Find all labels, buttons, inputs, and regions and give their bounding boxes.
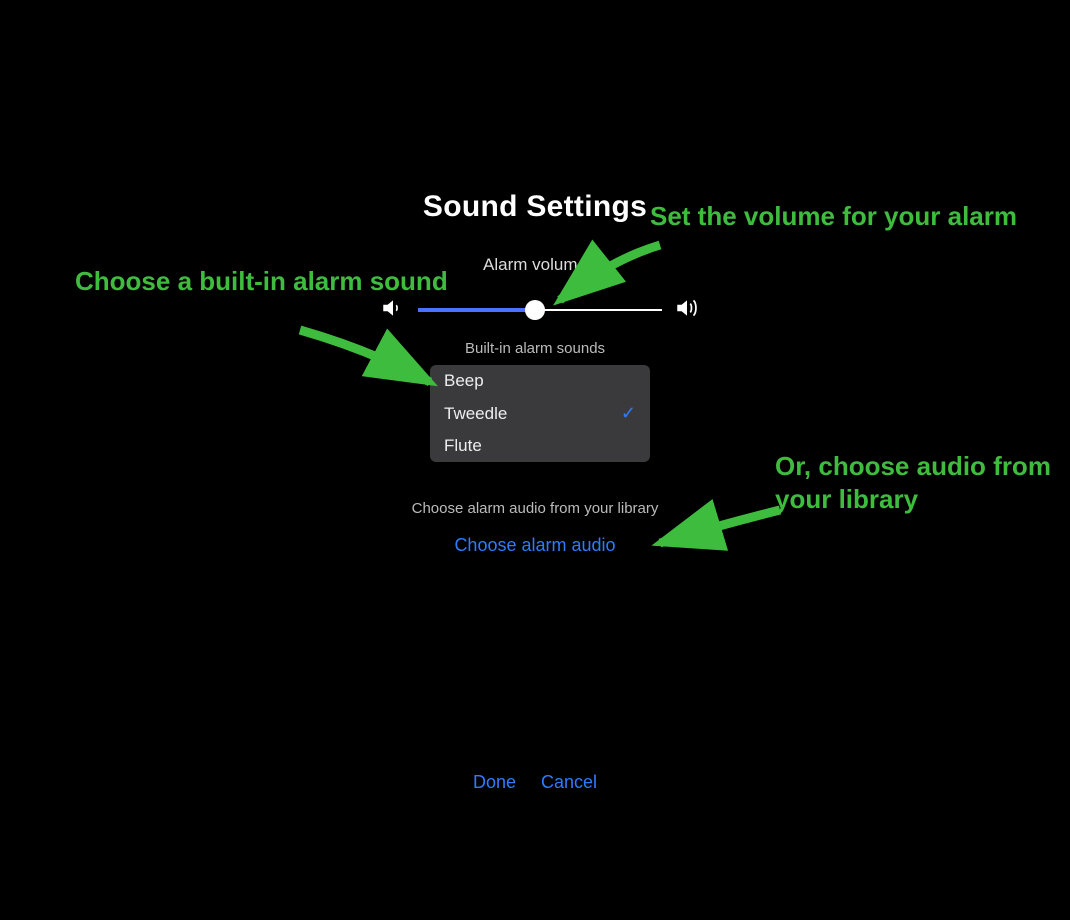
- sound-option-tweedle[interactable]: Tweedle ✓: [430, 397, 650, 430]
- annotation-builtin: Choose a built-in alarm sound: [75, 265, 448, 298]
- choose-alarm-audio-link[interactable]: Choose alarm audio: [0, 535, 1070, 556]
- annotation-library: Or, choose audio from your library: [775, 450, 1070, 515]
- checkmark-icon: ✓: [621, 403, 636, 424]
- annotation-arrow-builtin: [290, 320, 460, 400]
- done-button[interactable]: Done: [473, 772, 516, 792]
- annotation-volume: Set the volume for your alarm: [650, 200, 1017, 233]
- builtin-sounds-list: Beep Tweedle ✓ Flute: [430, 365, 650, 462]
- builtin-sounds-label: Built-in alarm sounds: [0, 340, 1070, 357]
- dialog-buttons: Done Cancel: [0, 772, 1070, 793]
- annotation-arrow-volume: [540, 230, 680, 320]
- sound-option-label: Flute: [444, 436, 482, 456]
- annotation-arrow-library: [640, 495, 790, 565]
- sound-option-beep[interactable]: Beep: [430, 365, 650, 397]
- slider-track-fill: [418, 308, 535, 312]
- cancel-button[interactable]: Cancel: [541, 772, 597, 792]
- sound-option-label: Tweedle: [444, 404, 507, 424]
- sound-option-flute[interactable]: Flute: [430, 430, 650, 462]
